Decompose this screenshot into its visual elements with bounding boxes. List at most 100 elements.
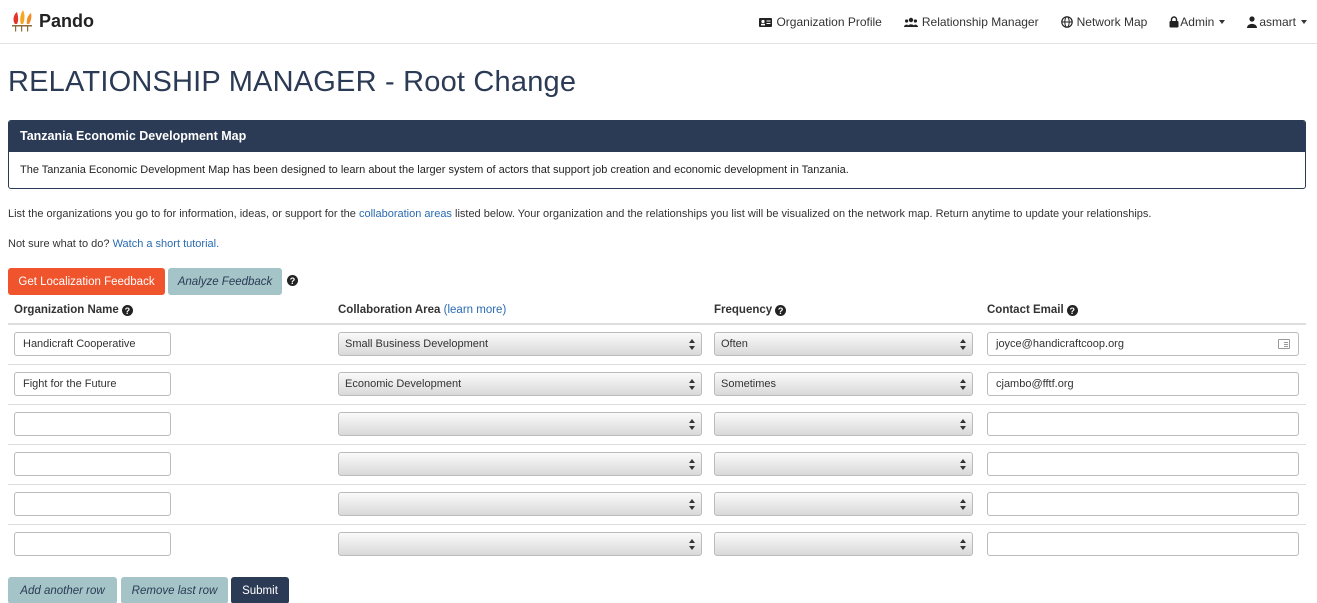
submit-button[interactable]: Submit xyxy=(231,577,289,603)
email-cell xyxy=(981,443,1306,484)
column-header-org: Organization Name? xyxy=(8,297,332,325)
id-card-icon xyxy=(759,17,773,28)
relationships-table: Organization Name? Collaboration Area (l… xyxy=(8,297,1306,564)
instructions-text: List the organizations you go to for inf… xyxy=(8,208,1151,220)
email-cell xyxy=(981,483,1306,524)
table-row xyxy=(8,403,1306,444)
collaboration-area-select[interactable]: Small Business Development xyxy=(338,332,702,357)
column-header-frequency: Frequency? xyxy=(708,297,981,325)
help-icon[interactable]: ? xyxy=(121,305,133,317)
learn-more-link[interactable]: (learn more) xyxy=(444,304,507,316)
select-arrows-icon xyxy=(689,499,695,511)
frequency-cell: Sometimes xyxy=(708,363,981,404)
contact-email-input[interactable]: cjambo@fftf.org xyxy=(987,372,1299,396)
column-label: Frequency xyxy=(714,303,773,316)
organization-name-input[interactable] xyxy=(14,532,171,557)
organization-name-input[interactable]: Handicraft Cooperative xyxy=(14,332,171,357)
contact-card-icon[interactable] xyxy=(1278,339,1290,350)
select-arrows-icon xyxy=(960,379,966,391)
nav-label: Admin xyxy=(1180,15,1215,29)
table-body: Handicraft Cooperative Small Business Dev… xyxy=(8,323,1306,564)
area-cell xyxy=(332,483,708,524)
table-row xyxy=(8,443,1306,484)
brand-logo-link[interactable]: Pando xyxy=(10,10,94,32)
collaboration-area-select[interactable]: Economic Development xyxy=(338,372,702,396)
frequency-select[interactable]: Often xyxy=(714,332,973,357)
tutorial-text: Not sure what to do? Watch a short tutor… xyxy=(8,238,219,250)
frequency-select[interactable]: Sometimes xyxy=(714,372,973,396)
select-arrows-icon xyxy=(960,419,966,431)
area-cell xyxy=(332,523,708,564)
collaboration-areas-link[interactable]: collaboration areas xyxy=(359,208,452,220)
select-value: Sometimes xyxy=(721,378,777,390)
table-row: Fight for the Future Economic Development… xyxy=(8,363,1306,404)
email-cell: cjambo@fftf.org xyxy=(981,363,1306,404)
frequency-cell xyxy=(708,403,981,444)
globe-icon xyxy=(1060,16,1073,28)
help-icon[interactable]: ? xyxy=(775,305,787,317)
collaboration-area-select[interactable] xyxy=(338,492,702,516)
contact-email-input[interactable]: joyce@handicraftcoop.org xyxy=(987,332,1299,357)
select-arrows-icon xyxy=(960,459,966,471)
organization-name-input[interactable]: Fight for the Future xyxy=(14,372,171,396)
frequency-select[interactable] xyxy=(714,452,973,476)
collaboration-area-select[interactable] xyxy=(338,452,702,476)
contact-email-input[interactable] xyxy=(987,412,1299,436)
table-row xyxy=(8,523,1306,564)
add-row-button[interactable]: Add another row xyxy=(8,577,117,603)
user-icon xyxy=(1247,16,1258,28)
panel-body: The Tanzania Economic Development Map ha… xyxy=(20,164,849,176)
nav-label: asmart xyxy=(1259,15,1296,29)
chevron-down-icon xyxy=(1219,20,1226,24)
column-label: Collaboration Area xyxy=(338,304,441,316)
help-icon[interactable]: ? xyxy=(287,275,298,286)
area-cell xyxy=(332,443,708,484)
frequency-select[interactable] xyxy=(714,492,973,516)
instructions-after: listed below. Your organization and the … xyxy=(451,208,1152,220)
select-value: Small Business Development xyxy=(345,338,489,351)
organization-name-input[interactable] xyxy=(14,492,171,516)
email-cell xyxy=(981,403,1306,444)
lock-icon xyxy=(1169,16,1179,28)
nav-network-map[interactable]: Network Map xyxy=(1060,15,1148,29)
organization-name-input[interactable] xyxy=(14,412,171,436)
nav-user-dropdown[interactable]: asmart xyxy=(1247,15,1307,29)
get-localization-feedback-button[interactable]: Get Localization Feedback xyxy=(8,268,165,295)
collaboration-area-select[interactable] xyxy=(338,532,702,557)
frequency-cell xyxy=(708,443,981,484)
frequency-select[interactable] xyxy=(714,412,973,436)
column-header-area: Collaboration Area (learn more) xyxy=(332,297,708,325)
nav-label: Organization Profile xyxy=(776,15,882,29)
column-label: Organization Name xyxy=(14,303,119,316)
select-arrows-icon xyxy=(689,539,695,551)
remove-row-button[interactable]: Remove last row xyxy=(121,577,228,603)
nav-admin-dropdown[interactable]: Admin xyxy=(1169,15,1226,29)
select-arrows-icon xyxy=(960,499,966,511)
analyze-feedback-button[interactable]: Analyze Feedback xyxy=(168,268,282,295)
main-nav: Organization Profile Relationship Manage… xyxy=(737,0,1307,44)
area-cell: Small Business Development xyxy=(332,323,708,364)
contact-email-input[interactable] xyxy=(987,492,1299,516)
help-icon[interactable]: ? xyxy=(1066,305,1078,317)
input-value: joyce@handicraftcoop.org xyxy=(996,338,1124,351)
select-arrows-icon xyxy=(689,419,695,431)
page-title: RELATIONSHIP MANAGER - Root Change xyxy=(8,66,577,98)
nav-relationship-manager[interactable]: Relationship Manager xyxy=(903,15,1039,29)
chevron-down-icon xyxy=(1301,20,1307,24)
frequency-select[interactable] xyxy=(714,532,973,557)
org-cell xyxy=(8,403,332,444)
contact-email-input[interactable] xyxy=(987,452,1299,476)
select-arrows-icon xyxy=(960,339,966,351)
map-info-panel: Tanzania Economic Development Map The Ta… xyxy=(8,120,1306,189)
select-value: Often xyxy=(721,338,748,351)
contact-email-input[interactable] xyxy=(987,532,1299,557)
nav-organization-profile[interactable]: Organization Profile xyxy=(759,15,882,29)
org-cell xyxy=(8,483,332,524)
frequency-cell xyxy=(708,483,981,524)
collaboration-area-select[interactable] xyxy=(338,412,702,436)
panel-heading: Tanzania Economic Development Map xyxy=(9,121,1305,152)
table-row xyxy=(8,483,1306,524)
organization-name-input[interactable] xyxy=(14,452,171,476)
nav-label: Network Map xyxy=(1076,15,1148,29)
tutorial-link[interactable]: Watch a short tutorial. xyxy=(113,238,220,250)
